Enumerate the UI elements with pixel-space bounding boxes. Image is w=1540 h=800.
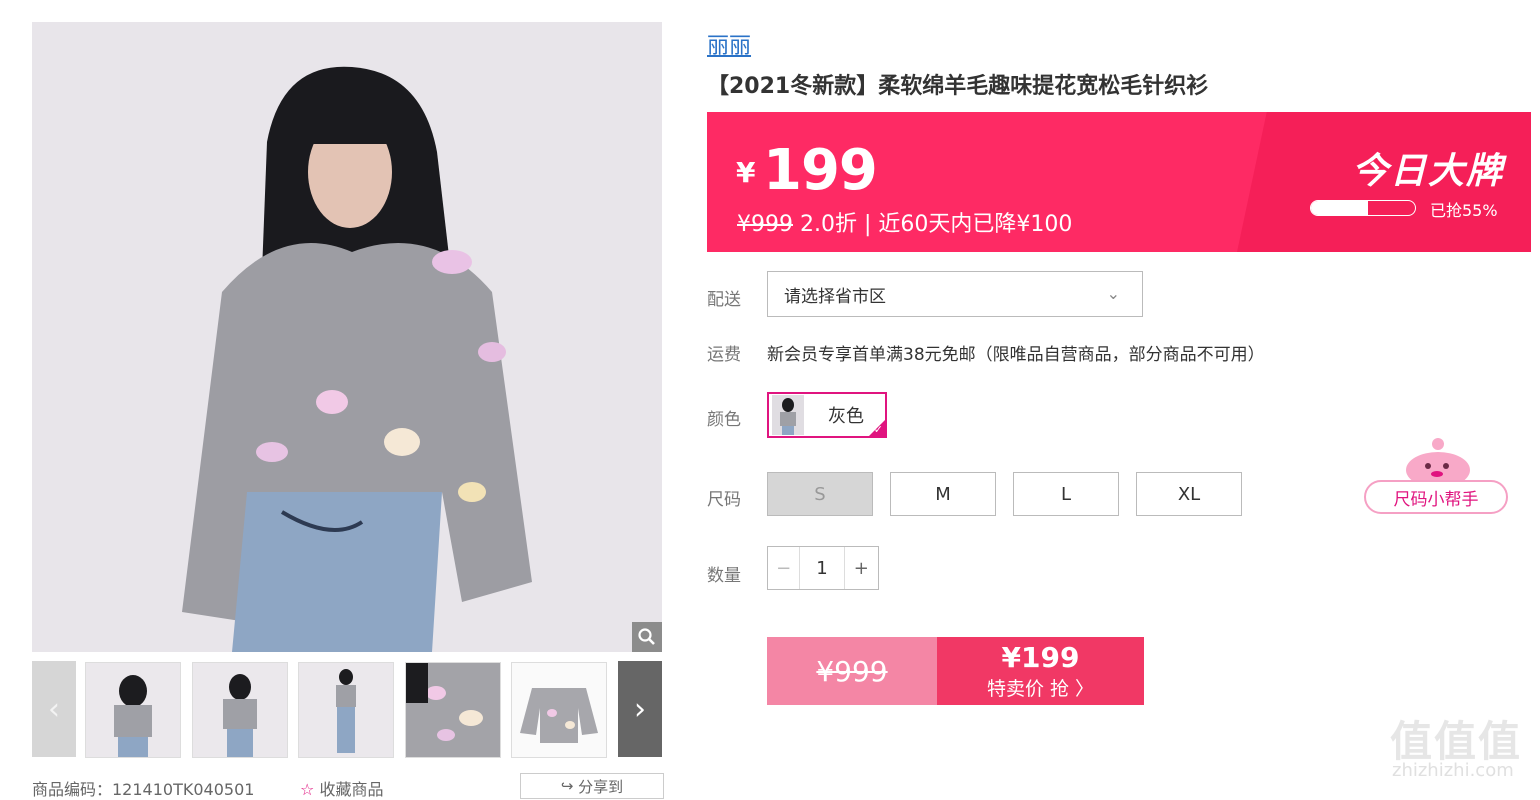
color-label: 颜色: [707, 410, 741, 430]
product-title: 【2021冬新款】柔软绵羊毛趣味提花宽松毛针织衫: [707, 74, 1209, 99]
color-swatch-image: [772, 395, 804, 435]
thumbnail-4[interactable]: [405, 662, 501, 758]
size-label: 尺码: [707, 490, 741, 510]
check-icon: ✓: [873, 423, 883, 436]
size-helper-button[interactable]: 尺码小帮手: [1364, 480, 1508, 514]
quantity-minus-button[interactable]: −: [768, 547, 801, 589]
brand-link[interactable]: 丽丽: [707, 28, 751, 60]
star-icon: ☆: [300, 780, 315, 799]
region-select-value: 请选择省市区: [784, 286, 886, 307]
size-option-s[interactable]: S: [767, 472, 873, 516]
main-product-image[interactable]: [32, 22, 662, 652]
color-option-gray[interactable]: 灰色 ✓: [767, 392, 887, 438]
quantity-stepper: − 1 +: [767, 546, 879, 590]
thumbnail-1[interactable]: [85, 662, 181, 758]
chevron-right-icon: ›: [634, 691, 646, 727]
sold-progress-bar: [1310, 200, 1416, 216]
size-option-m[interactable]: M: [890, 472, 996, 516]
freight-label: 运费: [707, 345, 741, 365]
share-button[interactable]: ↪ 分享到: [520, 773, 664, 799]
price-subline: ¥999 2.0折 | 近60天内已降¥100: [737, 206, 1072, 238]
thumbnail-3[interactable]: [298, 662, 394, 758]
thumbnail-2[interactable]: [192, 662, 288, 758]
discount-text: 2.0折 | 近60天内已降¥100: [800, 212, 1073, 237]
sale-price: 199: [763, 138, 878, 203]
favorite-label: 收藏商品: [319, 780, 384, 799]
share-icon: ↪: [560, 777, 574, 795]
share-label: 分享到: [578, 777, 624, 796]
quantity-value[interactable]: 1: [800, 547, 843, 589]
color-option-label: 灰色: [828, 406, 864, 427]
sold-progress-fill: [1311, 201, 1369, 215]
favorite-button[interactable]: ☆ 收藏商品: [300, 776, 383, 800]
size-option-l[interactable]: L: [1013, 472, 1119, 516]
buy-now-button[interactable]: ¥199 特卖价 抢 〉: [937, 637, 1144, 705]
product-code: 商品编码：121410TK040501: [32, 780, 255, 799]
zoom-icon[interactable]: [632, 622, 662, 652]
delivery-label: 配送: [707, 290, 741, 310]
chevron-left-icon: ‹: [48, 691, 60, 727]
quantity-label: 数量: [707, 566, 741, 586]
freight-text: 新会员专享首单满38元免邮（限唯品自营商品，部分商品不可用）: [767, 345, 1265, 365]
region-select[interactable]: 请选择省市区 ⌄: [767, 271, 1143, 317]
buy-original-price[interactable]: ¥999: [767, 637, 937, 705]
original-price: ¥999: [737, 212, 793, 237]
thumbnail-next-button[interactable]: ›: [618, 661, 662, 757]
quantity-plus-button[interactable]: +: [843, 547, 878, 589]
mascot-icon: [1400, 436, 1476, 488]
thumbnail-5[interactable]: [511, 662, 607, 758]
sold-percent-text: 已抢55%: [1430, 201, 1498, 220]
price-currency: ¥: [736, 156, 756, 189]
thumbnail-prev-button[interactable]: ‹: [32, 661, 76, 757]
today-brand-badge: 今日大牌: [1352, 151, 1505, 192]
chevron-down-icon: ⌄: [1106, 284, 1120, 303]
buy-price: ¥199: [1001, 641, 1080, 674]
watermark-site: zhizhizhi.com: [1392, 760, 1514, 781]
buy-action-label: 特卖价 抢 〉: [986, 678, 1095, 700]
size-option-xl[interactable]: XL: [1136, 472, 1242, 516]
